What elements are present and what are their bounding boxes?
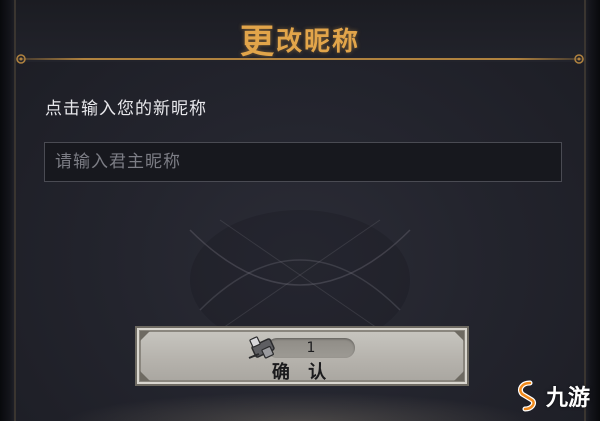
header-divider [16, 58, 584, 60]
bottom-glow [60, 392, 540, 421]
confirm-label: 确 认 [271, 362, 333, 383]
confirm-button[interactable]: 1 确 认 [135, 326, 469, 386]
title-first-char: 更 [239, 22, 276, 62]
corner-ornament-icon [140, 331, 150, 341]
corner-ornament-icon [454, 331, 464, 341]
dialog-title: 更改昵称 [16, 14, 584, 63]
cost-value: 1 [306, 340, 316, 356]
dialog-header: 更改昵称 [16, 0, 584, 62]
left-frame-shade [0, 0, 14, 421]
jiuyou-logo-icon [517, 380, 537, 412]
divider-ornament-right-icon [574, 54, 584, 64]
cost-pill: 1 [267, 338, 355, 358]
rename-dialog: 更改昵称 点击输入您的新昵称 1 确 认 [0, 0, 600, 421]
divider-ornament-left-icon [16, 54, 26, 64]
right-frame-shade [586, 0, 600, 421]
watermark-text: 九游 [545, 386, 590, 411]
watermark: 九游 [510, 379, 590, 413]
title-rest: 改昵称 [275, 27, 360, 57]
nickname-input[interactable] [44, 142, 562, 182]
nickname-prompt: 点击输入您的新昵称 [45, 99, 207, 119]
